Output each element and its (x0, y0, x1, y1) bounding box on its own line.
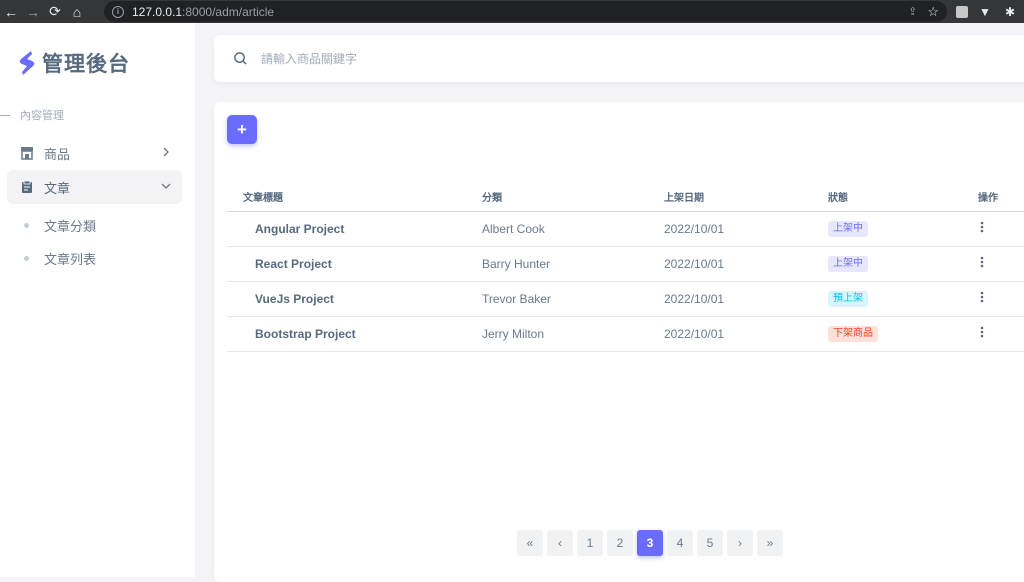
article-title-cell[interactable]: React Project (227, 246, 482, 282)
brand-title: 管理後台 (42, 53, 130, 76)
sidebar-item-articles[interactable]: 文章 (7, 170, 182, 204)
pagination-page-2[interactable]: 2 (607, 530, 633, 556)
pagination-last-button[interactable]: » (757, 530, 783, 556)
search-bar (214, 35, 1024, 82)
status-badge: 預上架 (828, 291, 868, 307)
sidebar-subitem-article-list[interactable]: 文章列表 (24, 249, 96, 268)
article-title-cell[interactable]: VueJs Project (227, 281, 482, 317)
home-icon[interactable]: ⌂ (66, 0, 88, 23)
browser-toolbar: ← → ⟳ ⌂ i 127.0.0.1 :8000/adm/article ⇪ … (0, 0, 1024, 23)
clipboard-icon (22, 180, 32, 193)
status-badge: 上架中 (828, 256, 868, 272)
pagination: « ‹ 1 2 3 4 5 › » (517, 530, 783, 556)
more-vertical-icon[interactable] (980, 326, 984, 338)
url-host: 127.0.0.1 (132, 4, 183, 19)
address-bar[interactable]: i 127.0.0.1 :8000/adm/article ⇪ ☆ (104, 1, 947, 22)
extensions-puzzle-icon[interactable]: ✱ (1002, 0, 1018, 23)
pagination-page-1[interactable]: 1 (577, 530, 603, 556)
pagination-page-5[interactable]: 5 (697, 530, 723, 556)
vue-devtools-icon[interactable]: ▼ (978, 0, 992, 23)
article-title-cell[interactable]: Angular Project (227, 211, 482, 247)
url-path: :8000/adm/article (182, 4, 275, 19)
bullet-icon (24, 256, 29, 261)
share-icon[interactable]: ⇪ (908, 5, 917, 18)
extension-avatar-icon[interactable] (955, 0, 969, 23)
sidebar-subitem-article-category[interactable]: 文章分類 (24, 216, 96, 235)
chevron-down-icon (161, 183, 171, 189)
article-date-cell: 2022/10/01 (664, 281, 828, 317)
more-vertical-icon[interactable] (980, 221, 984, 233)
header-category: 分類 (482, 182, 664, 212)
more-vertical-icon[interactable] (980, 291, 984, 303)
article-actions-cell (978, 246, 1024, 282)
table-header-row: 文章標題 分類 上架日期 狀態 操作 (227, 182, 1024, 212)
bookmark-star-icon[interactable]: ☆ (927, 4, 939, 20)
bullet-icon (24, 223, 29, 228)
menu-section-header: 內容管理 (0, 107, 64, 123)
pagination-first-button[interactable]: « (517, 530, 543, 556)
table-row: Angular Project Albert Cook 2022/10/01 上架中 (227, 211, 1024, 247)
article-status-cell: 預上架 (828, 281, 978, 317)
store-icon (21, 147, 33, 160)
table-row: VueJs Project Trevor Baker 2022/10/01 預上架 (227, 281, 1024, 317)
article-category-cell: Trevor Baker (482, 281, 664, 317)
header-date: 上架日期 (664, 182, 828, 212)
article-date-cell: 2022/10/01 (664, 246, 828, 282)
pagination-next-button[interactable]: › (727, 530, 753, 556)
brand[interactable]: 管理後台 (18, 48, 130, 78)
pagination-page-3[interactable]: 3 (637, 530, 663, 556)
subitem-label: 文章分類 (44, 219, 97, 234)
article-actions-cell (978, 281, 1024, 317)
reload-icon[interactable]: ⟳ (44, 0, 66, 23)
article-category-cell: Jerry Milton (482, 316, 664, 352)
article-date-cell: 2022/10/01 (664, 316, 828, 352)
article-actions-cell (978, 211, 1024, 247)
more-vertical-icon[interactable] (980, 256, 984, 268)
chevron-right-icon (163, 147, 169, 157)
article-list-card: + 文章標題 分類 上架日期 狀態 操作 Angular Project Albe… (214, 102, 1024, 582)
forward-icon[interactable]: → (22, 0, 44, 23)
article-date-cell: 2022/10/01 (664, 211, 828, 247)
header-status: 狀態 (828, 182, 978, 212)
sidebar: 管理後台 內容管理 商品 文章 文章分類 文章列表 (0, 23, 195, 577)
article-title-cell[interactable]: Bootstrap Project (227, 316, 482, 352)
sidebar-item-label: 文章 (44, 180, 71, 196)
article-status-cell: 上架中 (828, 211, 978, 247)
brand-logo-icon (19, 51, 35, 75)
article-category-cell: Barry Hunter (482, 246, 664, 282)
article-status-cell: 上架中 (828, 246, 978, 282)
header-title: 文章標題 (227, 182, 482, 212)
table-row: Bootstrap Project Jerry Milton 2022/10/01 下… (227, 316, 1024, 352)
pagination-page-4[interactable]: 4 (667, 530, 693, 556)
article-table: 文章標題 分類 上架日期 狀態 操作 Angular Project Albert… (227, 182, 1024, 352)
pagination-prev-button[interactable]: ‹ (547, 530, 573, 556)
article-status-cell: 下架商品 (828, 316, 978, 352)
add-article-button[interactable]: + (227, 115, 257, 144)
search-icon (234, 52, 247, 65)
article-actions-cell (978, 316, 1024, 352)
status-badge: 下架商品 (828, 326, 878, 342)
header-actions: 操作 (978, 182, 1024, 212)
sidebar-item-label: 商品 (44, 146, 71, 162)
section-divider (0, 114, 10, 116)
back-icon[interactable]: ← (0, 0, 22, 23)
article-category-cell: Albert Cook (482, 211, 664, 247)
status-badge: 上架中 (828, 221, 868, 237)
table-row: React Project Barry Hunter 2022/10/01 上架中 (227, 246, 1024, 282)
search-input[interactable] (261, 51, 661, 66)
info-icon[interactable]: i (112, 5, 124, 18)
subitem-label: 文章列表 (44, 252, 97, 267)
section-header-label: 內容管理 (20, 110, 64, 122)
sidebar-item-products[interactable]: 商品 (7, 136, 182, 170)
